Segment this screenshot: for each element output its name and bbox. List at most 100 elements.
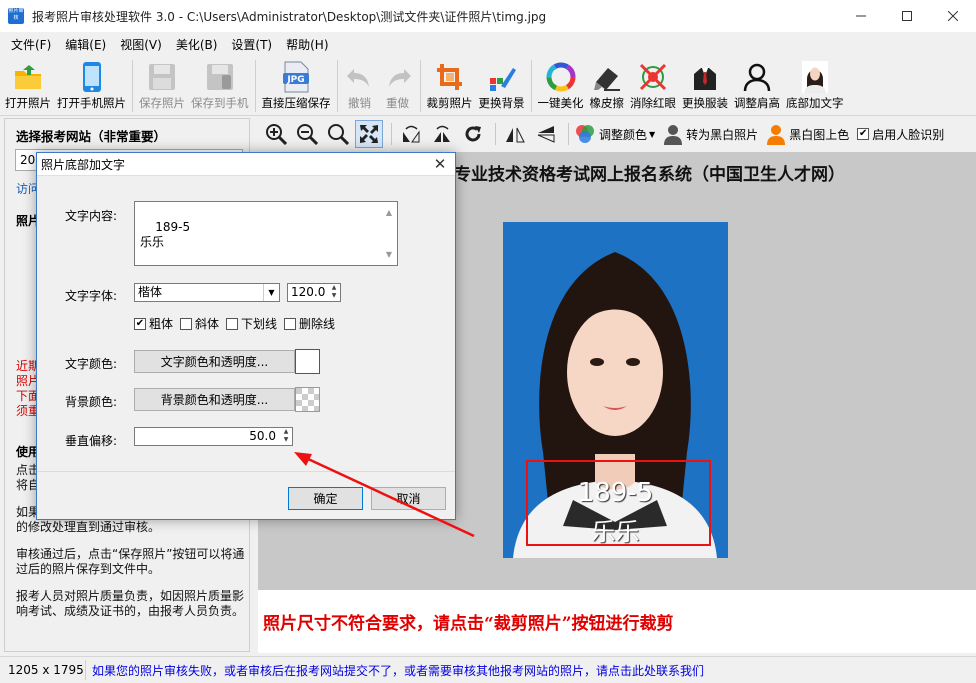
contact-link[interactable]: 如果您的照片审核失败，或者审核后在报考网站提交不了，或者需要审核其他报考网站的照… bbox=[86, 662, 704, 679]
open-photo-button[interactable]: 打开照片 bbox=[2, 56, 54, 116]
vertical-offset-label: 垂直偏移: bbox=[65, 434, 118, 448]
compress-save-label: 直接压缩保存 bbox=[261, 96, 331, 110]
one-click-beautify-button[interactable]: 一键美化 bbox=[535, 56, 587, 116]
eraser-icon bbox=[591, 60, 623, 94]
redo-button[interactable]: 重做 bbox=[379, 56, 417, 116]
save-to-phone-button[interactable]: 保存到手机 bbox=[188, 56, 252, 116]
rotate-right-button[interactable] bbox=[428, 120, 456, 148]
face-detect-checkbox[interactable]: ✔ bbox=[857, 128, 870, 140]
underline-checkbox[interactable] bbox=[226, 317, 239, 330]
zoom-out-icon bbox=[297, 124, 318, 145]
adjust-color-label: 调整颜色 bbox=[599, 127, 648, 142]
minimize-button[interactable] bbox=[838, 0, 884, 32]
menu-view[interactable]: 视图(V) bbox=[113, 36, 169, 53]
bw-colorize-label: 黑白图上色 bbox=[789, 127, 850, 142]
jpg-file-icon: JPG bbox=[280, 60, 312, 94]
maximize-button[interactable] bbox=[884, 0, 930, 32]
font-select[interactable]: 楷体 ▼ bbox=[134, 283, 280, 302]
person-orange-icon bbox=[767, 125, 786, 145]
text-content-input[interactable]: 189-5 乐乐 ▲ ▼ bbox=[134, 201, 398, 266]
add-bottom-text-button[interactable]: 底部加文字 bbox=[783, 56, 847, 116]
dialog-close-button[interactable]: ✕ bbox=[431, 155, 449, 173]
fit-window-button[interactable] bbox=[355, 120, 383, 148]
remove-red-eye-button[interactable]: 消除红眼 bbox=[627, 56, 679, 116]
rgb-circles-icon bbox=[576, 125, 594, 143]
menu-edit[interactable]: 编辑(E) bbox=[58, 36, 113, 53]
open-folder-icon bbox=[12, 60, 44, 94]
cancel-button[interactable]: 取消 bbox=[371, 487, 446, 510]
textarea-scrollbar[interactable]: ▲ ▼ bbox=[381, 202, 397, 265]
menu-settings[interactable]: 设置(T) bbox=[224, 36, 279, 53]
spin-up-icon: ▲ bbox=[283, 428, 289, 435]
scroll-down-icon: ▼ bbox=[385, 250, 393, 259]
eraser-button[interactable]: 橡皮擦 bbox=[587, 56, 628, 116]
close-window-button[interactable] bbox=[930, 0, 976, 32]
flip-vertical-button[interactable] bbox=[532, 120, 560, 148]
bold-option[interactable]: ✔ 粗体 bbox=[134, 315, 173, 332]
compress-save-button[interactable]: JPG 直接压缩保存 bbox=[259, 56, 334, 116]
chevron-down-icon: ▼ bbox=[263, 284, 279, 301]
toolbar-separator bbox=[419, 60, 421, 112]
bg-color-label: 背景颜色: bbox=[65, 395, 118, 409]
to-bw-button[interactable]: 转为黑白照片 bbox=[663, 123, 758, 145]
redo-label: 重做 bbox=[386, 96, 409, 110]
save-photo-button[interactable]: 保存照片 bbox=[136, 56, 188, 116]
status-bar: 1205 x 1795 如果您的照片审核失败，或者审核后在报考网站提交不了，或者… bbox=[0, 656, 976, 683]
bw-colorize-button[interactable]: 黑白图上色 bbox=[766, 123, 849, 145]
italic-option[interactable]: 斜体 bbox=[180, 315, 219, 332]
font-size-spinner[interactable]: ▲ ▼ bbox=[328, 284, 340, 301]
close-icon bbox=[948, 11, 958, 21]
change-background-button[interactable]: 更换背景 bbox=[476, 56, 528, 116]
font-size-input[interactable]: 120.0 ▲ ▼ bbox=[287, 283, 341, 302]
toolbar-separator bbox=[495, 123, 496, 145]
menu-beautify[interactable]: 美化(B) bbox=[169, 36, 225, 53]
bg-color-swatch[interactable] bbox=[295, 387, 320, 412]
rotate-left-button[interactable] bbox=[397, 120, 425, 148]
save-phone-icon bbox=[204, 60, 236, 94]
undo-button[interactable]: 撤销 bbox=[341, 56, 379, 116]
save-photo-label: 保存照片 bbox=[139, 96, 185, 110]
paint-brush-icon bbox=[486, 60, 518, 94]
toolbar-separator bbox=[254, 60, 256, 112]
menu-file[interactable]: 文件(F) bbox=[4, 36, 58, 53]
change-clothes-label: 更换服装 bbox=[682, 96, 728, 110]
toolbar-separator bbox=[530, 60, 532, 112]
font-select-value: 楷体 bbox=[138, 285, 163, 299]
menu-help[interactable]: 帮助(H) bbox=[279, 36, 335, 53]
zoom-fit-button[interactable] bbox=[324, 120, 352, 148]
underline-option[interactable]: 下划线 bbox=[226, 315, 277, 332]
menu-bar: 文件(F) 编辑(E) 视图(V) 美化(B) 设置(T) 帮助(H) bbox=[0, 32, 976, 56]
rotate-button[interactable] bbox=[459, 120, 487, 148]
toolbar-separator bbox=[568, 123, 569, 145]
italic-checkbox[interactable] bbox=[180, 317, 193, 330]
crop-photo-button[interactable]: 裁剪照片 bbox=[424, 56, 476, 116]
zoom-in-button[interactable] bbox=[262, 120, 290, 148]
transparent-checker-icon bbox=[296, 388, 320, 412]
text-color-button[interactable]: 文字颜色和透明度... bbox=[134, 350, 295, 373]
toolbar-separator bbox=[336, 60, 338, 112]
bold-checkbox[interactable]: ✔ bbox=[134, 317, 146, 330]
vertical-offset-input[interactable]: 50.0 ▲ ▼ bbox=[134, 427, 293, 446]
adjust-shoulders-button[interactable]: 调整肩高 bbox=[731, 56, 783, 116]
rotate-left-icon bbox=[403, 125, 420, 143]
zoom-out-button[interactable] bbox=[293, 120, 321, 148]
strikethrough-option[interactable]: 删除线 bbox=[284, 315, 335, 332]
portrait-thumbnail-icon bbox=[799, 60, 831, 94]
suit-icon bbox=[689, 60, 721, 94]
flip-horizontal-button[interactable] bbox=[501, 120, 529, 148]
strikethrough-checkbox[interactable] bbox=[284, 317, 297, 330]
change-clothes-button[interactable]: 更换服装 bbox=[679, 56, 731, 116]
bg-color-button[interactable]: 背景颜色和透明度... bbox=[134, 388, 295, 411]
vertical-offset-spinner[interactable]: ▲ ▼ bbox=[280, 428, 292, 445]
open-phone-photo-button[interactable]: 打开手机照片 bbox=[54, 56, 129, 116]
ok-button[interactable]: 确定 bbox=[288, 487, 363, 510]
add-text-dialog: 照片底部加文字 ✕ 文字内容: 189-5 乐乐 ▲ ▼ 文字字体: 楷体 ▼ … bbox=[36, 152, 456, 520]
text-color-swatch[interactable] bbox=[295, 349, 320, 374]
dropdown-arrow-icon: ▼ bbox=[649, 129, 656, 139]
face-detect-toggle[interactable]: ✔ 启用人脸识别 bbox=[857, 126, 944, 143]
text-area-highlight bbox=[526, 460, 711, 546]
italic-label: 斜体 bbox=[195, 317, 220, 331]
person-gray-icon bbox=[664, 125, 683, 145]
spin-down-icon: ▼ bbox=[331, 292, 337, 299]
adjust-color-button[interactable]: 调整颜色 ▼ bbox=[574, 124, 655, 144]
